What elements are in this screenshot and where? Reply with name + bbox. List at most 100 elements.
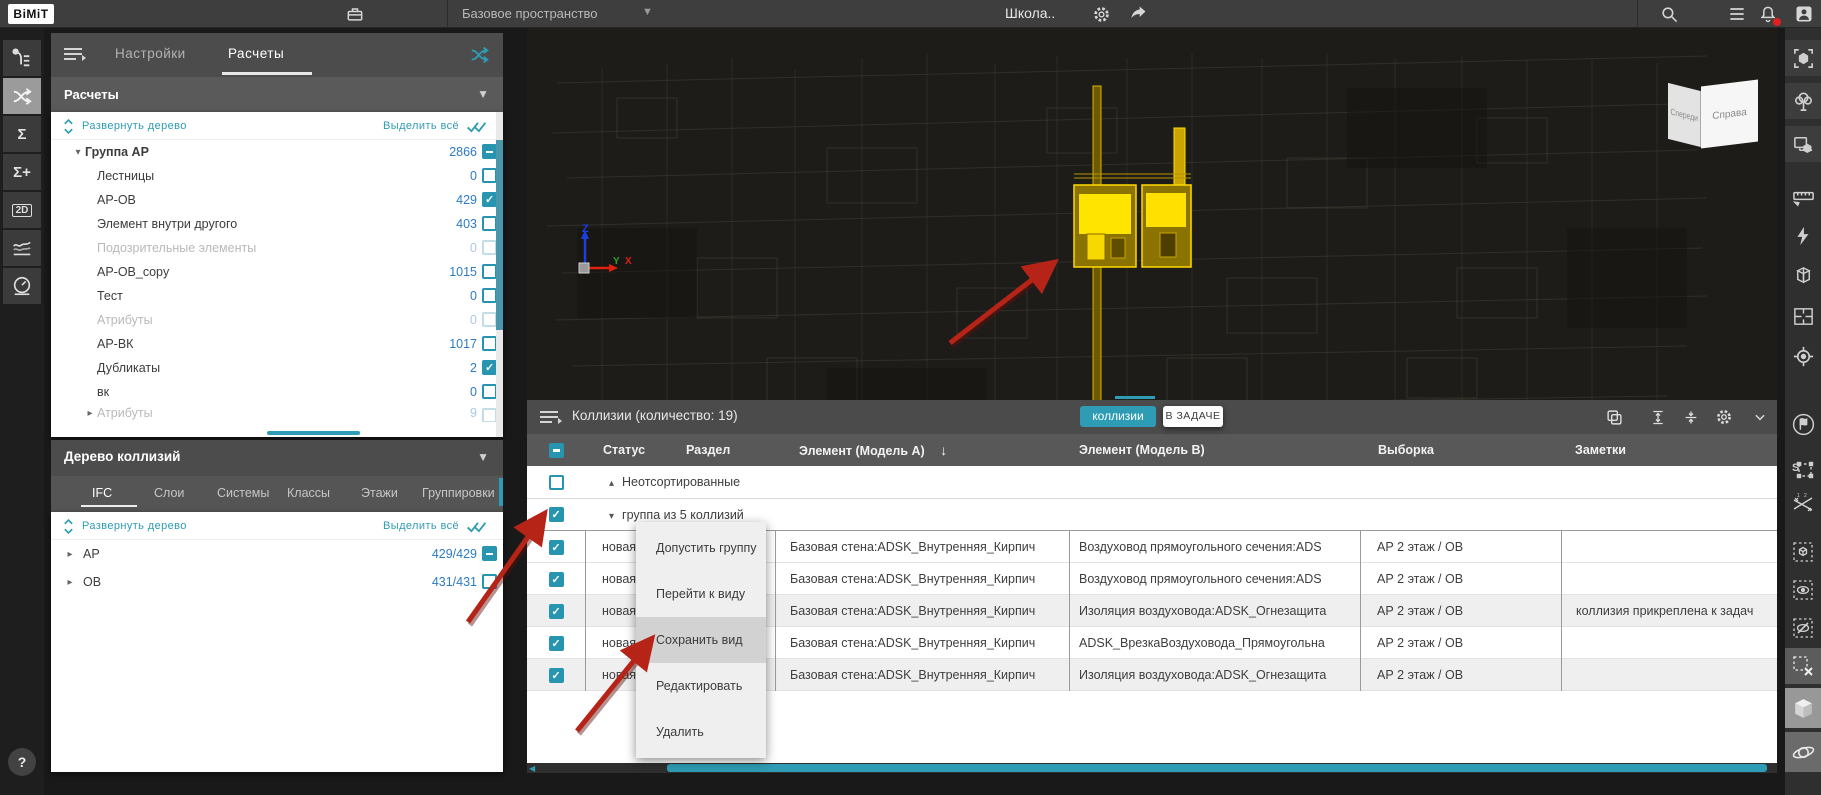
calc-hscrollbar[interactable] (267, 431, 360, 435)
row-checkbox[interactable] (548, 571, 564, 587)
section-collapse-icon[interactable]: ▼ (477, 77, 489, 112)
panel-menu-icon[interactable] (64, 48, 86, 61)
solid-cube-icon[interactable] (1785, 688, 1821, 728)
2d-icon[interactable]: 2D (3, 192, 41, 228)
hide-selection-icon[interactable] (1785, 610, 1821, 646)
group-caret-icon[interactable] (609, 478, 614, 489)
caret-icon[interactable] (83, 408, 97, 419)
col-selection[interactable]: Выборка (1360, 443, 1561, 457)
copy-selection-icon[interactable] (1785, 126, 1821, 162)
sum-icon[interactable]: Σ (3, 116, 41, 152)
col-notes[interactable]: Заметки (1561, 443, 1777, 457)
expand-tree-link[interactable]: Развернуть дерево (82, 520, 187, 532)
help-button[interactable]: ? (8, 748, 36, 776)
expand-tree-icon[interactable] (63, 118, 74, 139)
tree-item-checkbox[interactable] (482, 264, 497, 279)
tree-item-checkbox[interactable] (482, 288, 497, 303)
tree-item[interactable]: АР 429/429 (51, 540, 503, 568)
tree-item[interactable]: Дубликаты 2 (51, 356, 503, 380)
table-hscrollbar[interactable]: ◀ (527, 763, 1777, 773)
group-checkbox[interactable] (548, 507, 564, 522)
locate-icon[interactable] (1785, 338, 1821, 374)
dashboard-icon[interactable] (3, 268, 41, 304)
briefcase-icon[interactable] (344, 3, 366, 25)
user-icon[interactable] (1793, 3, 1815, 25)
caret-icon[interactable] (63, 549, 77, 560)
tree-item[interactable]: Тест 0 (51, 284, 503, 308)
tab-calculations[interactable]: Расчеты (228, 46, 284, 61)
tree-item[interactable]: Подозрительные элементы 0 (51, 236, 503, 260)
tree-item-checkbox[interactable] (482, 336, 497, 351)
expand-tree-link[interactable]: Развернуть дерево (82, 120, 187, 132)
bimit-logo[interactable]: BiMiT (8, 4, 54, 24)
lightning-icon[interactable] (1785, 218, 1821, 254)
workspace-caret-icon[interactable]: ▼ (642, 6, 653, 18)
tree-item[interactable]: АР-ОВ 429 (51, 188, 503, 212)
tree-item[interactable]: вк 0 (51, 380, 503, 404)
tree-item[interactable]: Атрибуты 9 (51, 404, 503, 422)
collisions-view-button[interactable]: коллизии (1080, 406, 1156, 427)
sum-plus-icon[interactable]: Σ+ (3, 154, 41, 190)
copy-icon[interactable] (1603, 407, 1625, 427)
tree-item-checkbox[interactable] (482, 408, 497, 422)
section-box-icon[interactable] (1785, 258, 1821, 294)
floor-plan-icon[interactable] (1785, 298, 1821, 334)
col-model-a[interactable]: Элемент (Модель А) ↓ (775, 442, 1069, 458)
chevron-down-icon[interactable] (1749, 407, 1771, 427)
menu-item-edit[interactable]: Редактировать (636, 663, 766, 709)
group-caret-icon[interactable] (609, 511, 614, 522)
row-checkbox[interactable] (548, 539, 564, 555)
tree-item-checkbox[interactable] (482, 216, 497, 231)
tab-systems[interactable]: Системы (217, 486, 269, 500)
group-checkbox[interactable] (548, 474, 564, 490)
select-object-icon[interactable] (1785, 40, 1821, 76)
tree-item-checkbox[interactable] (482, 546, 497, 561)
caret-icon[interactable] (71, 147, 85, 158)
col-model-b[interactable]: Элемент (Модель B) (1069, 443, 1360, 457)
flag-icon[interactable] (1785, 406, 1821, 442)
tree-item-checkbox[interactable] (482, 192, 497, 207)
calc-section-header[interactable]: Расчеты ▼ (51, 77, 503, 112)
tree-item-checkbox[interactable] (482, 360, 497, 375)
workspace-selector[interactable]: Базовое пространство (462, 6, 598, 21)
sort-arrow-icon[interactable]: ↓ (940, 442, 947, 458)
gear-icon[interactable] (1713, 407, 1735, 427)
panel-menu-icon[interactable] (540, 411, 562, 424)
tree-item-checkbox[interactable] (482, 384, 497, 399)
clear-selection-icon[interactable] (1785, 648, 1821, 684)
collisions-icon[interactable] (3, 78, 41, 114)
show-selection-icon[interactable] (1785, 572, 1821, 608)
charts-icon[interactable] (3, 230, 41, 266)
tab-floors[interactable]: Этажи (361, 486, 398, 500)
tree-item[interactable]: АР-ВК 1017 (51, 332, 503, 356)
row-checkbox[interactable] (548, 635, 564, 651)
scroll-left-icon[interactable]: ◀ (529, 764, 535, 773)
tree-item[interactable]: ОВ 431/431 (51, 568, 503, 596)
select-all-link[interactable]: Выделить всё (383, 120, 459, 132)
menu-item-allow-group[interactable]: Допустить группу (636, 525, 766, 571)
select-all-icon[interactable] (465, 520, 489, 538)
select-all-icon[interactable] (465, 120, 489, 138)
menu-item-save-view[interactable]: Сохранить вид (636, 617, 766, 663)
tab-ifc[interactable]: IFC (92, 486, 112, 500)
tree-item[interactable]: Атрибуты 0 (51, 308, 503, 332)
expand-tree-icon[interactable] (63, 518, 74, 539)
project-name[interactable]: Школа.. (1005, 5, 1055, 21)
collision-link-icon[interactable] (469, 44, 491, 71)
tab-layers[interactable]: Слои (154, 486, 184, 500)
in-task-view-button[interactable]: В ЗАДАЧЕ (1163, 406, 1223, 427)
fit-height-icon[interactable] (1647, 407, 1669, 427)
tab-classes[interactable]: Классы (287, 486, 330, 500)
notifications-icon[interactable] (1757, 3, 1781, 26)
tree-item[interactable]: Лестницы 0 (51, 164, 503, 188)
ruler-icon[interactable] (1785, 178, 1821, 214)
tree-item[interactable]: Элемент внутри другого 403 (51, 212, 503, 236)
row-checkbox[interactable] (548, 667, 564, 683)
select-all-checkbox[interactable] (548, 442, 564, 458)
navcube-right-face[interactable]: Справа (1701, 79, 1758, 149)
calc-scrollbar[interactable] (496, 112, 503, 437)
tree-item[interactable]: Группа АР 2866 (51, 140, 503, 164)
tree-item-checkbox[interactable] (482, 574, 497, 589)
collapse-rows-icon[interactable] (1680, 407, 1702, 427)
search-icon[interactable] (1658, 3, 1680, 25)
